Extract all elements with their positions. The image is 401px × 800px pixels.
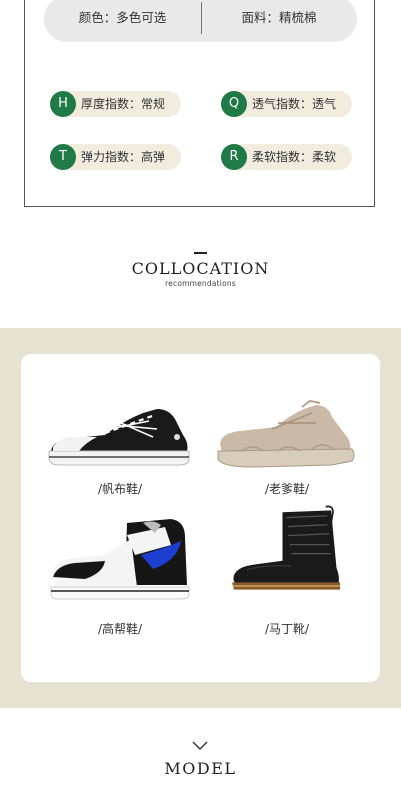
- index-tag-thickness: H 厚度指数：常规: [50, 91, 181, 117]
- collocation-subtitle: recommendations: [165, 279, 236, 288]
- canvas-shoe-label: /帆布鞋/: [97, 482, 143, 496]
- index-label: 弹力指数：高弹: [81, 150, 166, 164]
- high-top-sneaker-image: [45, 515, 195, 605]
- chunky-sneaker-label: /老爹鞋/: [264, 482, 310, 496]
- title-dash: [194, 252, 207, 254]
- chunky-sneaker-image: [212, 393, 362, 483]
- badge-h: H: [50, 91, 76, 117]
- index-tag-breathability: Q 透气指数：透气: [221, 91, 352, 117]
- index-label: 透气指数：透气: [252, 97, 337, 111]
- martin-boot-image: [212, 505, 362, 595]
- model-title: MODEL: [164, 759, 237, 778]
- index-label: 厚度指数：常规: [81, 97, 166, 111]
- badge-r: R: [221, 144, 247, 170]
- index-label: 柔软指数：柔软: [252, 150, 337, 164]
- canvas-shoe-image: [45, 393, 195, 483]
- fabric-spec: 面料：精梳棉: [241, 10, 317, 25]
- high-top-sneaker-label: /高帮鞋/: [97, 622, 143, 636]
- index-tag-elasticity: T 弹力指数：高弹: [50, 144, 181, 170]
- spec-pill: 颜色：多色可选 面料：精梳棉: [44, 0, 357, 42]
- badge-q: Q: [221, 91, 247, 117]
- index-tag-softness: R 柔软指数：柔软: [221, 144, 352, 170]
- color-spec: 颜色：多色可选: [78, 10, 167, 25]
- chevron-down-icon: [192, 741, 208, 750]
- collocation-title: COLLOCATION: [131, 259, 270, 278]
- badge-t: T: [50, 144, 76, 170]
- martin-boot-label: /马丁靴/: [264, 622, 310, 636]
